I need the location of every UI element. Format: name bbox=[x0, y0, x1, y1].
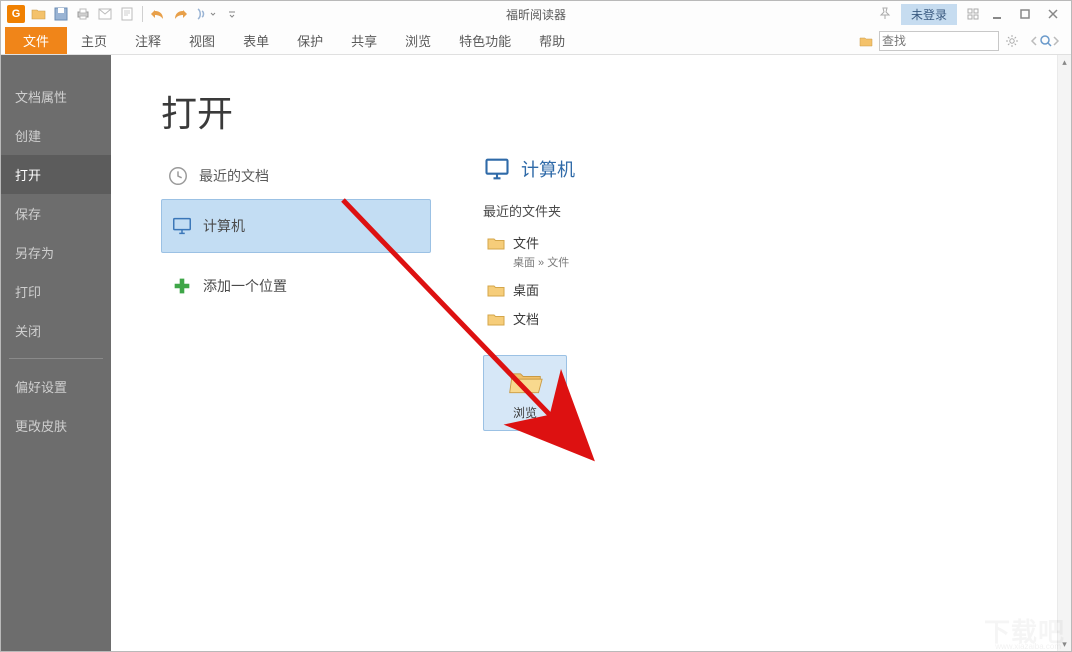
folder-entry[interactable]: 文档 bbox=[483, 304, 783, 333]
sidebar-item-print[interactable]: 打印 bbox=[1, 272, 111, 311]
sidebar-item-create[interactable]: 创建 bbox=[1, 116, 111, 155]
titlebar: G bbox=[1, 1, 1071, 27]
titlebar-right: 未登录 bbox=[875, 4, 1071, 25]
folder-name: 桌面 bbox=[513, 280, 539, 299]
sidebar-item-close[interactable]: 关闭 bbox=[1, 311, 111, 350]
sidebar-item-save-as[interactable]: 另存为 bbox=[1, 233, 111, 272]
app-window: G bbox=[0, 0, 1072, 652]
browse-button[interactable]: 浏览 bbox=[483, 355, 567, 431]
pin-icon[interactable] bbox=[877, 6, 893, 22]
sidebar-item-skin[interactable]: 更改皮肤 bbox=[1, 406, 111, 445]
clock-icon bbox=[167, 165, 189, 187]
sidebar-item-save[interactable]: 保存 bbox=[1, 194, 111, 233]
print-icon[interactable] bbox=[73, 4, 93, 24]
grid-icon[interactable] bbox=[965, 6, 981, 22]
computer-label: 计算机 bbox=[203, 216, 245, 236]
folder-open-icon bbox=[507, 366, 543, 396]
monitor-icon bbox=[171, 215, 193, 237]
sidebar-item-open[interactable]: 打开 bbox=[1, 155, 111, 194]
folder-name: 文件 bbox=[513, 233, 569, 252]
tab-home[interactable]: 主页 bbox=[67, 27, 121, 54]
recent-docs-item[interactable]: 最近的文档 bbox=[161, 159, 431, 193]
gear-icon[interactable] bbox=[1003, 32, 1021, 50]
nav-prev-icon[interactable] bbox=[1025, 32, 1043, 50]
open-locations-column: 最近的文档 计算机 添加一个位置 bbox=[161, 159, 431, 313]
login-button[interactable]: 未登录 bbox=[901, 4, 957, 25]
tab-file[interactable]: 文件 bbox=[5, 27, 67, 54]
folder-name: 文档 bbox=[513, 309, 539, 328]
monitor-icon bbox=[483, 155, 511, 183]
main-area: 打开 最近的文档 计算机 添加一个位置 bbox=[111, 55, 1071, 651]
ribbon-tabs: 文件 主页 注释 视图 表单 保护 共享 浏览 特色功能 帮助 bbox=[1, 27, 1071, 55]
add-place-item[interactable]: 添加一个位置 bbox=[161, 259, 431, 313]
undo-icon[interactable] bbox=[148, 4, 168, 24]
close-button[interactable] bbox=[1039, 4, 1067, 24]
tab-protect[interactable]: 保护 bbox=[283, 27, 337, 54]
ribbon-folder-icon[interactable] bbox=[857, 32, 875, 50]
recent-folders-list: 文件 桌面 » 文件 桌面 文档 bbox=[483, 228, 783, 333]
quick-access-toolbar bbox=[29, 4, 242, 24]
redo-icon[interactable] bbox=[170, 4, 190, 24]
vertical-scrollbar[interactable]: ▴ ▾ bbox=[1057, 55, 1071, 651]
folder-icon bbox=[487, 281, 505, 299]
folder-entry[interactable]: 文件 桌面 » 文件 bbox=[483, 228, 783, 275]
folder-icon bbox=[487, 310, 505, 328]
qat-dropdown-icon[interactable] bbox=[222, 4, 242, 24]
tab-form[interactable]: 表单 bbox=[229, 27, 283, 54]
folder-entry[interactable]: 桌面 bbox=[483, 275, 783, 304]
add-place-label: 添加一个位置 bbox=[203, 276, 287, 296]
computer-panel: 计算机 最近的文件夹 文件 桌面 » 文件 桌面 bbox=[483, 155, 783, 431]
maximize-button[interactable] bbox=[1011, 4, 1039, 24]
open-folder-icon[interactable] bbox=[29, 4, 49, 24]
recent-folders-header: 最近的文件夹 bbox=[483, 201, 783, 220]
computer-header: 计算机 bbox=[483, 155, 783, 183]
dropdown-tool-icon[interactable] bbox=[192, 4, 220, 24]
plus-icon bbox=[171, 275, 193, 297]
scroll-down-icon[interactable]: ▾ bbox=[1058, 637, 1071, 651]
page-title: 打开 bbox=[161, 85, 1071, 137]
folder-path: 桌面 » 文件 bbox=[513, 254, 569, 270]
tab-features[interactable]: 特色功能 bbox=[445, 27, 525, 54]
recent-docs-label: 最近的文档 bbox=[199, 166, 269, 186]
folder-icon bbox=[487, 234, 505, 252]
app-logo-icon: G bbox=[7, 5, 25, 23]
file-menu-sidebar: 文档属性 创建 打开 保存 另存为 打印 关闭 偏好设置 更改皮肤 bbox=[1, 55, 111, 651]
watermark: 下载吧 bbox=[984, 612, 1065, 649]
tab-share[interactable]: 共享 bbox=[337, 27, 391, 54]
page-icon[interactable] bbox=[117, 4, 137, 24]
tab-help[interactable]: 帮助 bbox=[525, 27, 579, 54]
search-box[interactable] bbox=[879, 31, 999, 51]
computer-item[interactable]: 计算机 bbox=[161, 199, 431, 253]
sidebar-item-preferences[interactable]: 偏好设置 bbox=[1, 367, 111, 406]
tab-browse[interactable]: 浏览 bbox=[391, 27, 445, 54]
nav-next-icon[interactable] bbox=[1047, 32, 1065, 50]
body: 文档属性 创建 打开 保存 另存为 打印 关闭 偏好设置 更改皮肤 打开 最近的… bbox=[1, 55, 1071, 651]
email-icon[interactable] bbox=[95, 4, 115, 24]
minimize-button[interactable] bbox=[983, 4, 1011, 24]
scroll-up-icon[interactable]: ▴ bbox=[1058, 55, 1071, 69]
tab-view[interactable]: 视图 bbox=[175, 27, 229, 54]
ribbon-right bbox=[857, 27, 1071, 54]
browse-label: 浏览 bbox=[513, 404, 537, 421]
sidebar-separator bbox=[9, 358, 103, 359]
computer-header-label: 计算机 bbox=[521, 156, 575, 182]
tab-annotate[interactable]: 注释 bbox=[121, 27, 175, 54]
save-icon[interactable] bbox=[51, 4, 71, 24]
sidebar-item-doc-properties[interactable]: 文档属性 bbox=[1, 77, 111, 116]
watermark-sub: www.xiazaiba.com bbox=[995, 642, 1061, 651]
